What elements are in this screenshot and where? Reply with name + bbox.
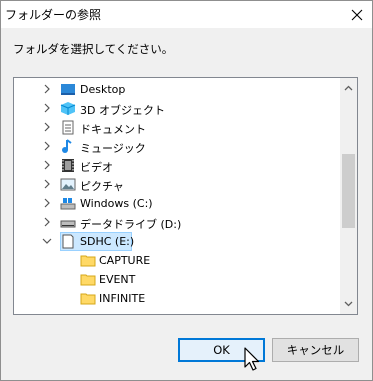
- drive-icon: [60, 220, 76, 228]
- close-button[interactable]: [342, 1, 372, 28]
- instruction-text: フォルダを選択してください。: [13, 42, 174, 56]
- 3d-objects-icon: [60, 102, 76, 115]
- scroll-down-icon[interactable]: [343, 298, 354, 309]
- title-bar: フォルダーの参照: [1, 1, 372, 28]
- tree-item-label: INFINITE: [99, 292, 146, 305]
- tree-item-windows-c[interactable]: Windows (C:): [14, 194, 336, 213]
- chevron-right-icon[interactable]: [42, 160, 52, 170]
- tree-item-label: データドライブ (D:): [80, 218, 182, 231]
- chevron-right-icon[interactable]: [42, 103, 52, 113]
- folder-icon: [80, 274, 96, 286]
- tree-item-label: CAPTURE: [99, 254, 151, 267]
- chevron-right-icon[interactable]: [42, 217, 52, 227]
- tree-item-label: Windows (C:): [80, 197, 153, 210]
- chevron-right-icon[interactable]: [42, 141, 52, 151]
- tree-item-videos[interactable]: ビデオ: [14, 156, 336, 175]
- tree-item-event[interactable]: EVENT: [14, 270, 336, 289]
- tree-item-label: Desktop: [80, 83, 126, 96]
- music-icon: [62, 139, 72, 153]
- tree-item-label: ピクチャ: [80, 180, 124, 193]
- tree-item-sdhc-e[interactable]: SDHC (E:): [14, 232, 336, 251]
- tree-item-label: 3D オブジェクト: [80, 104, 165, 117]
- tree-item-label: ミュージック: [80, 142, 146, 155]
- chevron-down-icon[interactable]: [42, 236, 52, 246]
- close-icon: [351, 9, 363, 20]
- desktop-icon: [61, 84, 75, 95]
- vertical-scrollbar[interactable]: [340, 78, 357, 314]
- sd-card-icon: [62, 234, 74, 249]
- tree-item-label: ドキュメント: [80, 123, 146, 136]
- tree-item-label: ビデオ: [80, 161, 113, 174]
- windows-drive-icon: [60, 198, 76, 210]
- tree-item-label: EVENT: [99, 273, 136, 286]
- pictures-icon: [60, 178, 76, 191]
- folder-tree[interactable]: Desktop 3D オブジェクト ドキュメント ミュージック ビデオ ピクチャ: [13, 77, 358, 315]
- chevron-right-icon[interactable]: [42, 179, 52, 189]
- tree-item-data-drive-d[interactable]: データドライブ (D:): [14, 213, 336, 232]
- scrollbar-thumb[interactable]: [342, 154, 355, 228]
- folder-icon: [80, 255, 96, 267]
- tree-item-desktop[interactable]: Desktop: [14, 80, 336, 99]
- tree-item-label: SDHC (E:): [80, 235, 135, 248]
- chevron-right-icon[interactable]: [42, 84, 52, 94]
- tree-item-music[interactable]: ミュージック: [14, 137, 336, 156]
- videos-icon: [62, 159, 74, 172]
- tree-item-documents[interactable]: ドキュメント: [14, 118, 336, 137]
- documents-icon: [62, 120, 74, 135]
- chevron-right-icon[interactable]: [42, 198, 52, 208]
- tree-item-pictures[interactable]: ピクチャ: [14, 175, 336, 194]
- tree-item-capture[interactable]: CAPTURE: [14, 251, 336, 270]
- folder-icon: [80, 293, 96, 305]
- folder-browse-dialog: フォルダーの参照 フォルダを選択してください。 Desktop 3D オブジェク…: [0, 0, 373, 381]
- mouse-cursor-icon: [244, 347, 260, 371]
- tree-item-infinite[interactable]: INFINITE: [14, 289, 336, 308]
- tree-item-3d-objects[interactable]: 3D オブジェクト: [14, 99, 336, 118]
- window-title: フォルダーの参照: [5, 8, 102, 22]
- cancel-button[interactable]: キャンセル: [272, 338, 359, 362]
- scroll-up-icon[interactable]: [343, 83, 354, 94]
- chevron-right-icon[interactable]: [42, 122, 52, 132]
